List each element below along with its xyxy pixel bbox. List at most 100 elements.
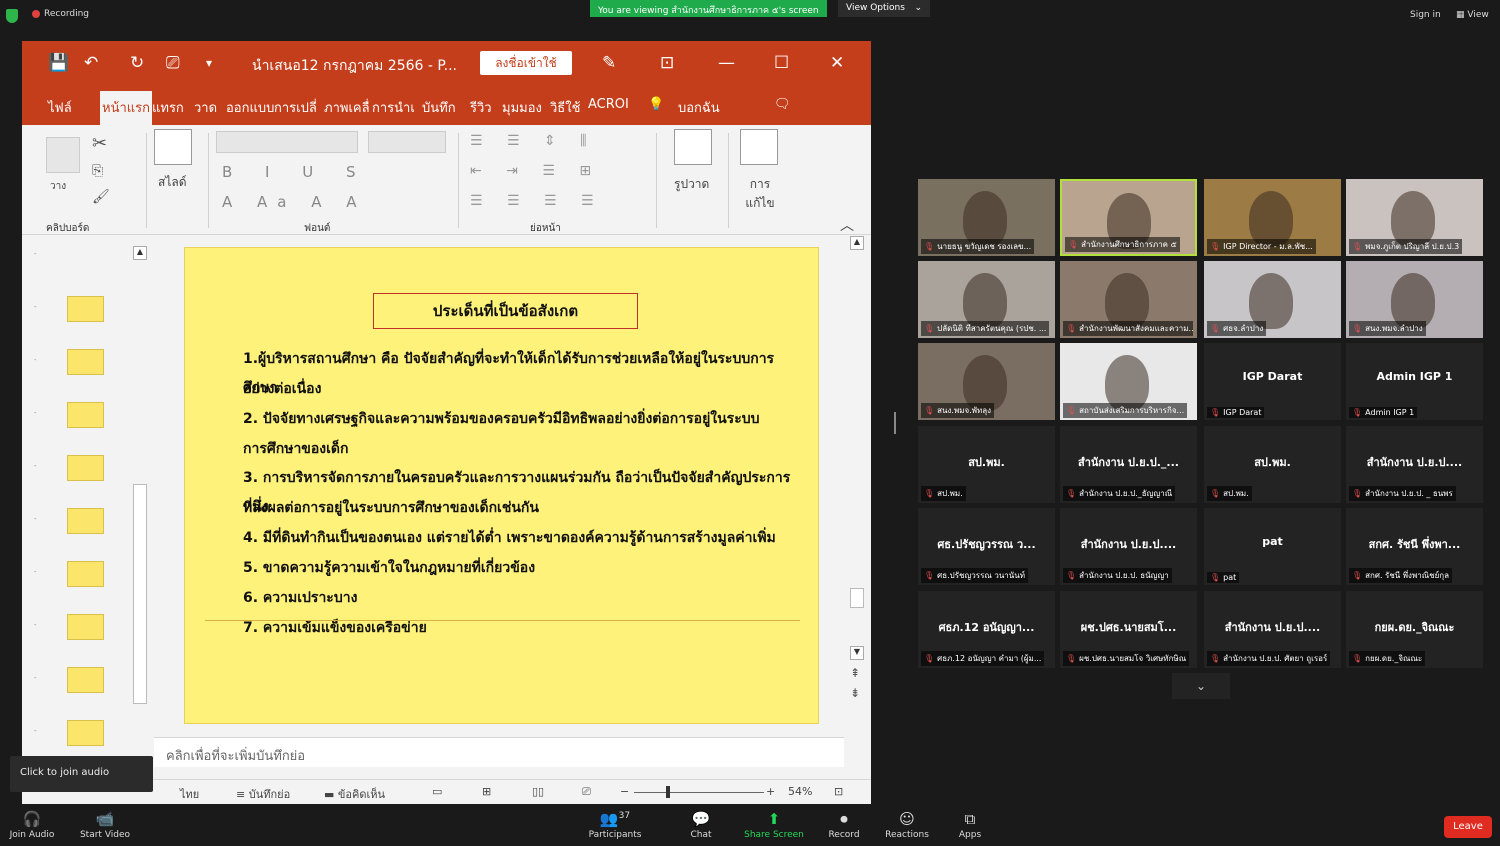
security-shield-icon[interactable] (6, 9, 18, 23)
share-screen-button[interactable]: ⬆ Share Screen (744, 810, 804, 840)
participant-tile[interactable]: 🎙 สนง.พมจ.ลำปาง (1346, 261, 1483, 338)
search-icon[interactable] (740, 129, 778, 165)
ppt-signin-button[interactable]: ลงชื่อเข้าใช้ (480, 51, 572, 75)
language-indicator[interactable]: ไทย (180, 785, 199, 803)
view-button[interactable]: ▦ View (1456, 10, 1489, 20)
slide-thumbnail[interactable] (67, 614, 104, 640)
undo-icon[interactable]: ↶ (84, 53, 98, 73)
present-icon[interactable]: ⎚ (166, 53, 180, 73)
tab-11[interactable]: วิธีใช้ (550, 97, 580, 118)
participant-tile[interactable]: สำนักงาน ป.ย.ป.... 🎙 สำนักงาน ป.ย.ป. _ ธนพ… (1346, 426, 1483, 503)
tab-7[interactable]: การนำเ (372, 97, 415, 118)
participant-tile[interactable]: สำนักงาน ป.ย.ป.... 🎙 สำนักงาน ป.ย.ป. ธนัญญ… (1060, 508, 1197, 585)
list-buttons[interactable]: ☰ ☰ ⇕ ⫼ (470, 133, 597, 149)
participant-tile[interactable]: สกศ. รัชนี พึ่งพา... 🎙 สกศ. รัชนี พึ่งพาณิ… (1346, 508, 1483, 585)
slide-thumbnail[interactable] (67, 508, 104, 534)
edit-label[interactable]: การแก้ไข (738, 175, 782, 213)
zoom-in-icon[interactable]: + (766, 785, 775, 798)
paste-icon[interactable] (46, 137, 80, 173)
font-size-select[interactable] (368, 131, 446, 153)
leave-button[interactable]: Leave (1444, 816, 1492, 838)
slide-thumbnail[interactable] (67, 402, 104, 428)
slideshow-icon[interactable]: ⎚ (582, 785, 591, 799)
tab-9[interactable]: รีวิว (470, 97, 492, 118)
collapse-ribbon-icon[interactable]: ︿ (840, 215, 854, 235)
normal-view-icon[interactable]: ▭ (432, 785, 442, 798)
participant-tile[interactable]: Admin IGP 1 🎙 Admin IGP 1 (1346, 343, 1483, 420)
customize-icon[interactable]: ▾ (206, 56, 212, 70)
font-style-buttons[interactable]: B I U S (222, 163, 370, 181)
format-painter-icon[interactable]: 🖌 (92, 189, 110, 205)
scroll-thumb[interactable] (850, 588, 864, 608)
participant-tile[interactable]: สป.พม. 🎙 สป.พม. (918, 426, 1055, 503)
tab-0[interactable]: ไฟล์ (48, 97, 72, 118)
maximize-icon[interactable]: ☐ (774, 53, 789, 73)
thumbnails-scrollbar[interactable]: ▲ (131, 246, 149, 736)
tab-2[interactable]: แทรก (152, 97, 184, 118)
redo-icon[interactable]: ↻ (130, 53, 144, 73)
participant-tile[interactable]: 🎙 สำนักงานศึกษาธิการภาค ๕ (1060, 179, 1197, 256)
participant-tile[interactable]: 🎙 พมจ.ภูเก็ต ปริญาลี ป.ย.ป.3 (1346, 179, 1483, 256)
scroll-up-icon[interactable]: ▲ (850, 236, 864, 250)
participant-tile[interactable]: ศธ.ปรัชญวรรณ ว... 🎙 ศธ.ปรัชญวรรณ วนานันท์ (918, 508, 1055, 585)
lightbulb-icon[interactable]: 💡 (648, 97, 664, 112)
reactions-button[interactable]: ☺ Reactions (884, 810, 930, 840)
comments-icon[interactable]: 🗨 (774, 97, 791, 112)
comments-button[interactable]: ▬ ข้อคิดเห็น (324, 785, 385, 803)
participant-tile[interactable]: กยผ.ดย._จิณณะ 🎙 กยผ.ดย._จิณณะ (1346, 591, 1483, 668)
zoom-out-icon[interactable]: − (620, 785, 629, 798)
current-slide[interactable]: ประเด็นที่เป็นข้อสังเกต 1.ผู้บริหารสถานศ… (184, 247, 819, 724)
indent-buttons[interactable]: ⇤ ⇥ ☰ ⊞ (470, 163, 601, 179)
paste-label[interactable]: วาง (50, 179, 66, 194)
zoom-slider[interactable] (634, 792, 764, 793)
tab-1[interactable]: หน้าแรก (100, 91, 152, 125)
participant-tile[interactable]: 🎙 ศธจ.ลำปาง (1204, 261, 1341, 338)
next-slide-icon[interactable]: ⇟ (850, 686, 860, 700)
participant-tile[interactable]: ผช.ปศธ.นายสมโ... 🎙 ผช.ปศธ.นายสมโจ วิเศษทัก… (1060, 591, 1197, 668)
sign-in-link[interactable]: Sign in (1410, 10, 1441, 20)
cut-icon[interactable]: ✂ (92, 133, 107, 154)
tab-3[interactable]: วาด (194, 97, 217, 118)
participant-tile[interactable]: สป.พม. 🎙 สป.พม. (1204, 426, 1341, 503)
start-video-button[interactable]: 📹 Start Video (78, 810, 132, 840)
participant-tile[interactable]: pat 🎙 pat (1204, 508, 1341, 585)
participant-tile[interactable]: สำนักงาน ป.ย.ป.... 🎙 สำนักงาน ป.ย.ป. ศัตยา… (1204, 591, 1341, 668)
tab-10[interactable]: มุมมอง (502, 97, 542, 118)
slide-thumbnail[interactable] (67, 561, 104, 587)
close-icon[interactable]: ✕ (830, 53, 844, 73)
participant-tile[interactable]: 🎙 IGP Director - ม.ล.พัช... (1204, 179, 1341, 256)
tab-6[interactable]: ภาพเคลื่ (324, 97, 370, 118)
join-audio-button[interactable]: 🎧 Join Audio (8, 810, 56, 840)
slide-thumbnail[interactable] (67, 455, 104, 481)
participant-tile[interactable]: 🎙 นายธนู ขวัญเดช รองเลข... (918, 179, 1055, 256)
slide-thumbnail[interactable] (67, 667, 104, 693)
participants-button[interactable]: 👥37 Participants (588, 810, 642, 840)
participant-tile[interactable]: IGP Darat 🎙 IGP Darat (1204, 343, 1341, 420)
minimize-icon[interactable]: — (718, 53, 735, 73)
participant-tile[interactable]: ศธภ.12 อนัญญา... 🎙 ศธภ.12 อนัญญา คำมา (ผู้… (918, 591, 1055, 668)
font-color-buttons[interactable]: A Aa A A (222, 193, 367, 211)
gallery-next-page-button[interactable]: ⌄ (1172, 673, 1230, 699)
pen-icon[interactable]: ✎ (602, 53, 616, 73)
tab-5[interactable]: การเปลี่ (274, 97, 317, 118)
panel-resize-handle[interactable] (894, 412, 896, 434)
zoom-slider-handle[interactable] (666, 786, 670, 798)
slide-scrollbar[interactable]: ▲ ▼ ⇞ ⇟ (847, 236, 867, 736)
tab-4[interactable]: ออกแบบ (226, 97, 274, 118)
save-icon[interactable]: 💾 (48, 53, 69, 73)
slide-thumbnail[interactable] (67, 349, 104, 375)
fit-slide-icon[interactable]: ⊡ (834, 785, 843, 798)
chat-button[interactable]: 💬 Chat (686, 810, 716, 840)
new-slide-icon[interactable] (154, 129, 192, 165)
participant-tile[interactable]: 🎙 ปลัดนิติ ทีสาครัตนคุณ (รปช. ... (918, 261, 1055, 338)
notes-pane[interactable]: คลิกเพื่อที่จะเพิ่มบันทึกย่อ (154, 737, 844, 767)
scroll-thumb[interactable] (133, 484, 147, 704)
tab-12[interactable]: ACROI (588, 97, 629, 112)
slide-thumbnail[interactable] (67, 296, 104, 322)
font-family-select[interactable] (216, 131, 358, 153)
scroll-up-icon[interactable]: ▲ (133, 246, 147, 260)
scroll-down-icon[interactable]: ▼ (850, 646, 864, 660)
copy-icon[interactable]: ⎘ (92, 163, 103, 179)
view-options-button[interactable]: View Options ⌄ (838, 0, 930, 17)
record-button[interactable]: ⏺ Record (826, 810, 862, 840)
